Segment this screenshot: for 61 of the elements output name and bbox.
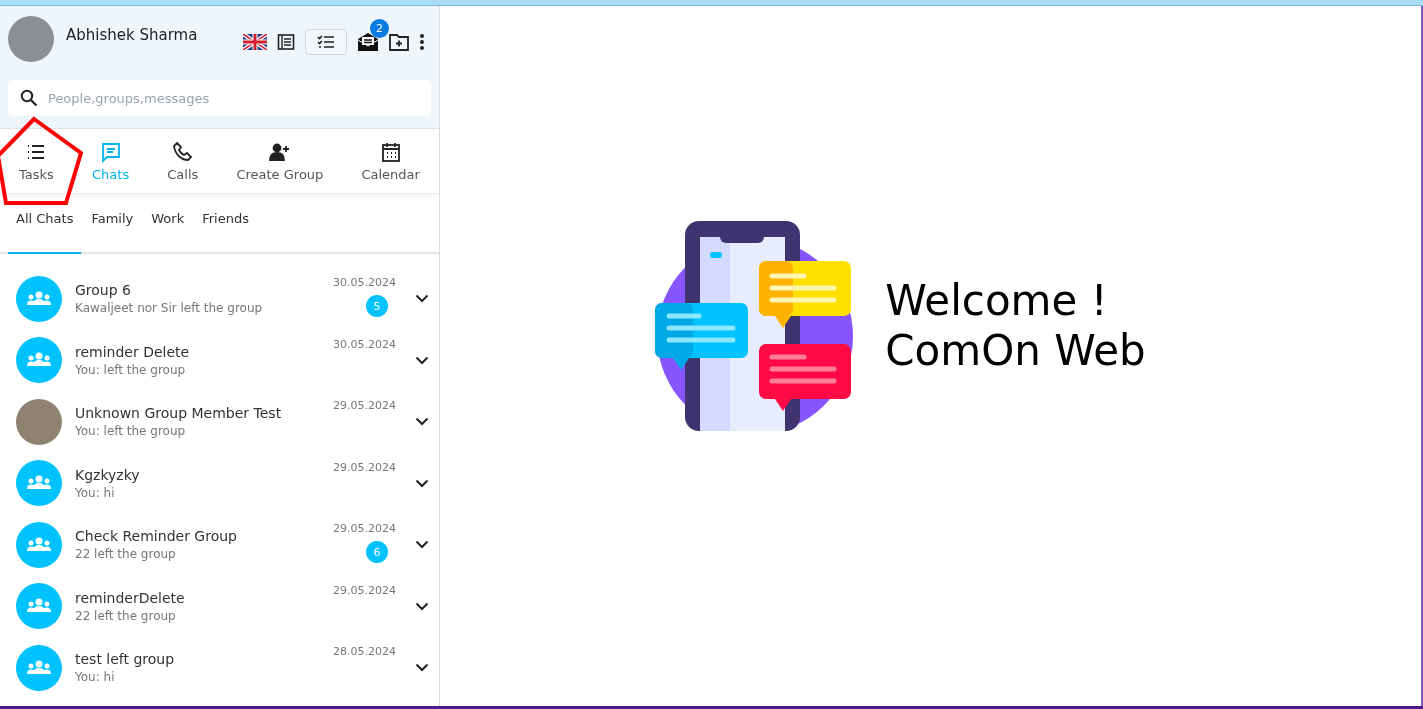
envelope-icon[interactable] xyxy=(357,32,379,52)
flag-icon[interactable] xyxy=(243,34,267,50)
filter-tab[interactable]: Work xyxy=(143,194,193,254)
chat-name: reminderDelete xyxy=(75,589,186,606)
document-icon[interactable] xyxy=(277,33,295,51)
chat-name: Unknown Group Member Test xyxy=(75,405,283,422)
group-avatar-icon xyxy=(16,337,62,384)
group-avatar-icon xyxy=(16,521,62,568)
chevron-down-icon[interactable] xyxy=(415,663,429,673)
chat-preview: You: hi xyxy=(75,670,116,685)
chevron-down-icon[interactable] xyxy=(415,540,429,550)
chat-name: test left group xyxy=(75,651,176,668)
chat-preview: You: left the group xyxy=(75,424,187,439)
chat-date: 30.05.2024 xyxy=(333,276,396,289)
calendar-icon xyxy=(379,140,402,163)
notification-badge: 2 xyxy=(370,19,389,38)
app-name: ComOn Web xyxy=(885,326,1146,377)
welcome-title: Welcome ! xyxy=(885,275,1109,326)
chat-name: Group 6 xyxy=(75,282,132,299)
chat-date: 28.05.2024 xyxy=(333,645,396,658)
unread-badge: 5 xyxy=(366,295,388,317)
chevron-down-icon[interactable] xyxy=(415,417,429,427)
chat-date: 29.05.2024 xyxy=(333,522,396,535)
chat-preview: You: left the group xyxy=(75,362,187,377)
chat-preview: You: hi xyxy=(75,485,116,500)
chat-preview: Kawaljeet nor Sir left the group xyxy=(75,301,264,316)
chat-date: 29.05.2024 xyxy=(333,460,396,474)
profile-name: Abhishek Sharma xyxy=(66,26,198,44)
checklist-button[interactable] xyxy=(305,29,347,55)
profile-photo-placeholder xyxy=(8,16,54,62)
filter-tab[interactable]: Family xyxy=(83,194,142,254)
search-field[interactable]: People,groups,messages xyxy=(8,80,431,116)
chat-name: reminder Delete xyxy=(75,343,191,360)
chat-date: 30.05.2024 xyxy=(333,337,396,351)
filter-tab[interactable]: Friends xyxy=(194,194,257,254)
phone-icon xyxy=(171,140,194,163)
chat-date: 29.05.2024 xyxy=(333,399,396,412)
chevron-down-icon[interactable] xyxy=(415,601,429,611)
filter-tab[interactable]: All Chats xyxy=(8,194,82,254)
chevron-down-icon[interactable] xyxy=(415,355,429,365)
search-icon xyxy=(20,89,38,107)
avatar-photo-placeholder xyxy=(16,398,62,445)
folder-plus-icon[interactable] xyxy=(389,33,409,51)
checklist-icon xyxy=(317,35,335,49)
more-icon[interactable] xyxy=(419,33,425,51)
chevron-down-icon[interactable] xyxy=(415,294,429,304)
nav-tab[interactable]: Calls xyxy=(163,129,203,193)
group-avatar-icon xyxy=(16,583,62,630)
group-avatar-icon xyxy=(16,275,62,322)
chat-name: Check Reminder Group xyxy=(75,528,238,545)
chat-name: Kgzkyzky xyxy=(75,466,141,483)
group-avatar-icon xyxy=(16,460,62,507)
chat-icon xyxy=(99,140,122,163)
chevron-down-icon[interactable] xyxy=(415,478,429,488)
unread-badge: 6 xyxy=(366,541,388,563)
nav-tab[interactable]: Create Group xyxy=(232,129,328,193)
chat-date: 29.05.2024 xyxy=(333,583,396,597)
chat-preview: 22 left the group xyxy=(75,608,177,623)
chat-preview: 22 left the group xyxy=(75,547,177,562)
group-avatar-icon xyxy=(16,644,62,691)
nav-tab[interactable]: Calendar xyxy=(357,129,424,193)
